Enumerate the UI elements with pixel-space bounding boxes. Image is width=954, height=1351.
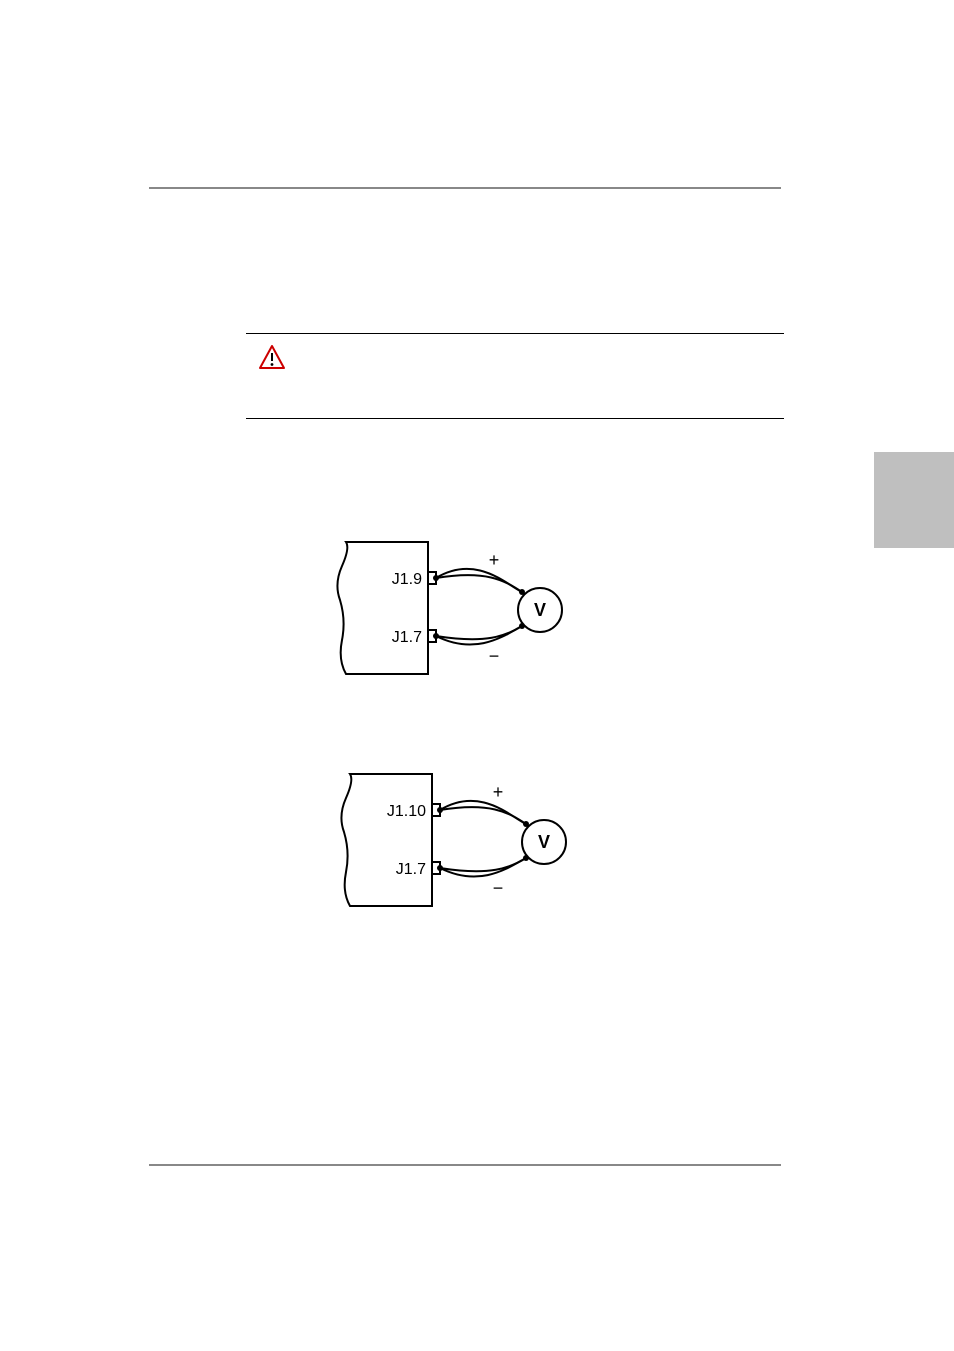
wire-bottom-b bbox=[436, 626, 522, 639]
voltmeter-label: V bbox=[538, 832, 550, 852]
wire-top-b bbox=[436, 575, 522, 592]
wire-bottom-a bbox=[440, 858, 526, 877]
diagram-1-svg: V + − J1.9 J1.7 bbox=[336, 540, 596, 680]
side-tab bbox=[874, 452, 954, 548]
page-container: V + − J1.9 J1.7 V + − J1.10 bbox=[0, 0, 954, 1351]
voltmeter-label: V bbox=[534, 600, 546, 620]
diagram-2-svg: V + − J1.10 J1.7 bbox=[336, 772, 596, 912]
connector-block bbox=[341, 774, 432, 906]
polarity-minus-icon: − bbox=[493, 878, 504, 898]
wire-bottom-b bbox=[440, 858, 526, 871]
pin-bottom-label: J1.7 bbox=[392, 629, 422, 646]
wire-bottom-a bbox=[436, 626, 522, 645]
polarity-plus-icon: + bbox=[493, 782, 504, 802]
diagram-1: V + − J1.9 J1.7 bbox=[336, 540, 596, 680]
wire-top-a bbox=[440, 801, 526, 824]
note-rule-bottom bbox=[246, 418, 784, 419]
bottom-rule bbox=[149, 1164, 781, 1166]
dot-pin-top bbox=[437, 807, 443, 813]
connector-block bbox=[337, 542, 428, 674]
top-rule bbox=[149, 187, 781, 189]
dot-pin-bottom bbox=[433, 633, 439, 639]
wire-top-b bbox=[440, 807, 526, 824]
dot-pin-bottom bbox=[437, 865, 443, 871]
warning-triangle-icon bbox=[258, 344, 286, 370]
wire-top-a bbox=[436, 569, 522, 592]
pin-top-label: J1.9 bbox=[392, 571, 422, 588]
diagram-2: V + − J1.10 J1.7 bbox=[336, 772, 596, 912]
polarity-plus-icon: + bbox=[489, 550, 500, 570]
dot-pin-top bbox=[433, 575, 439, 581]
polarity-minus-icon: − bbox=[489, 646, 500, 666]
pin-bottom-label: J1.7 bbox=[396, 861, 426, 878]
pin-top-label: J1.10 bbox=[387, 803, 426, 820]
note-rule-top bbox=[246, 333, 784, 334]
